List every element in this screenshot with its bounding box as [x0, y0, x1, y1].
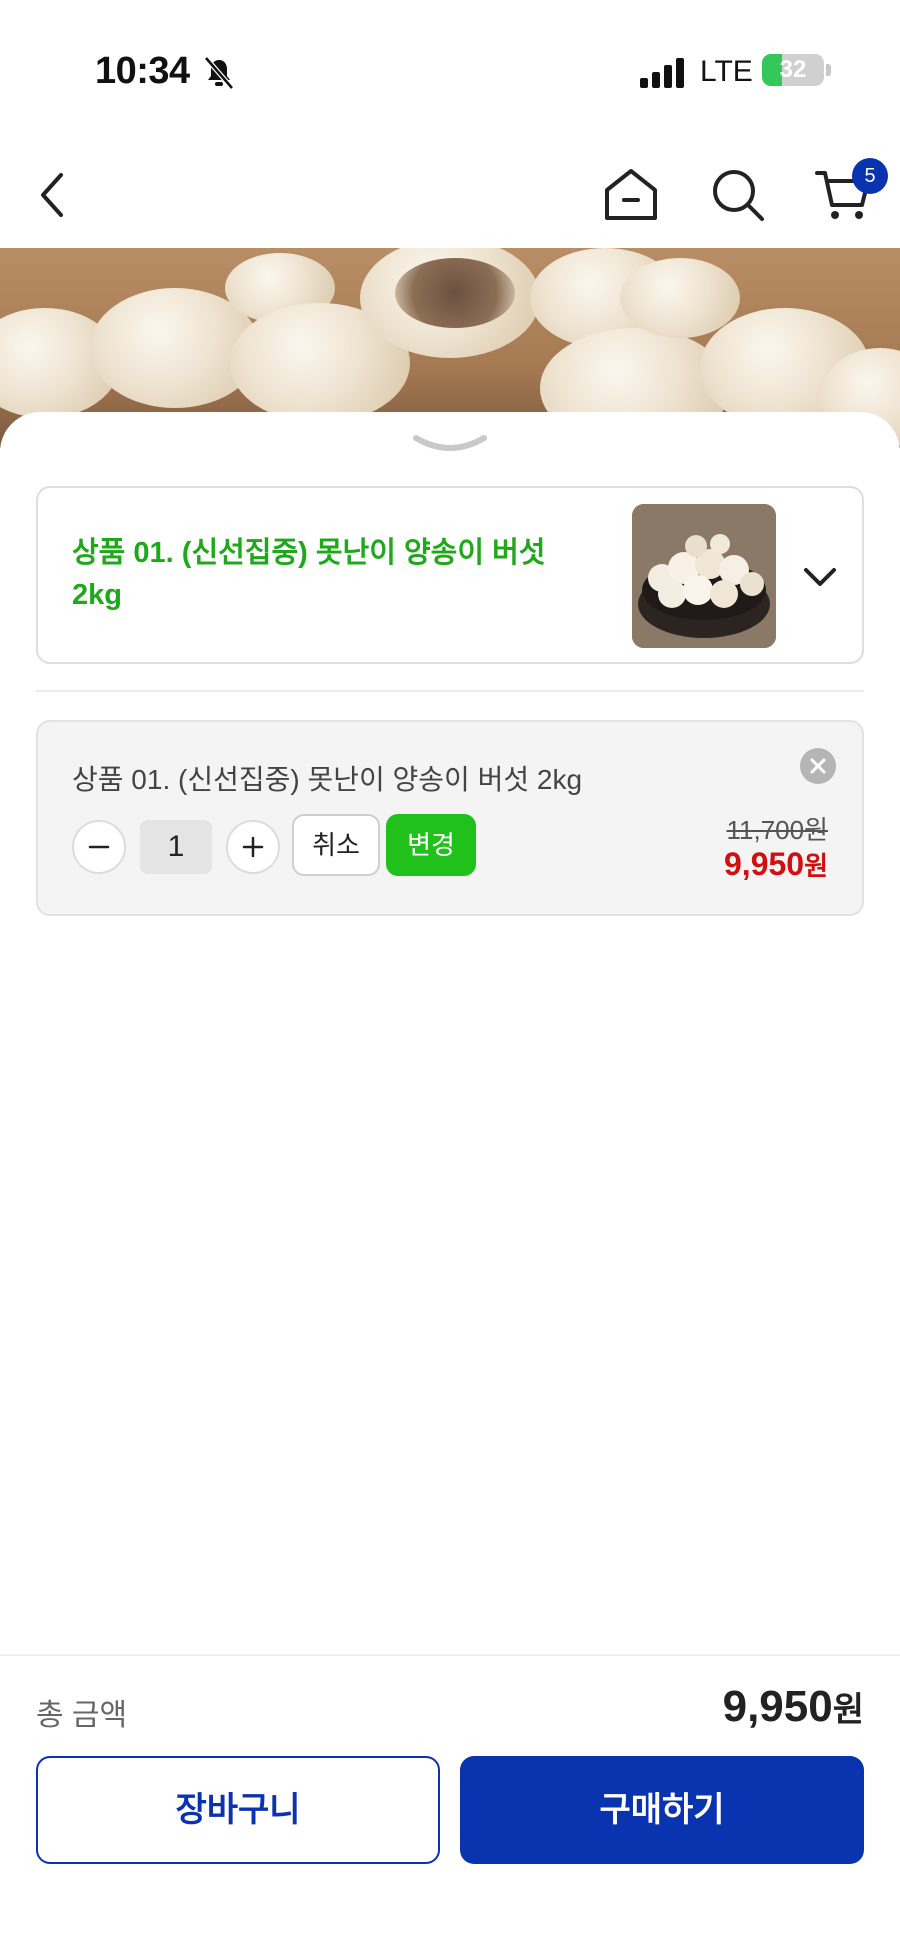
network-type: LTE	[700, 55, 753, 88]
battery-level: 32	[779, 56, 807, 83]
battery-charging-icon: 32	[762, 54, 824, 86]
sheet-collapse-handle[interactable]	[410, 432, 490, 458]
change-button[interactable]: 변경	[386, 814, 476, 876]
product-option-dropdown[interactable]: 상품 01. (신선집중) 못난이 양송이 버섯 2kg	[36, 486, 864, 664]
status-bar: 10:34 LTE 32	[0, 0, 900, 140]
total-price-amount: 9,950	[722, 1682, 833, 1731]
status-time: 10:34	[95, 50, 190, 92]
chevron-left-icon	[41, 173, 63, 217]
nav-bar	[0, 140, 900, 248]
quantity-decrease-button[interactable]	[72, 820, 126, 874]
product-thumbnail	[632, 504, 776, 648]
remove-item-button[interactable]	[800, 748, 836, 784]
quantity-increase-button[interactable]	[226, 820, 280, 874]
bell-slash-icon	[204, 56, 234, 90]
purchase-footer: 총 금액 9,950원 장바구니 구매하기	[0, 1654, 900, 1956]
cellular-signal-icon	[640, 58, 684, 88]
battery-cap	[826, 64, 831, 76]
section-divider	[36, 690, 864, 692]
cancel-button[interactable]: 취소	[292, 814, 380, 876]
mushroom-bowl-image	[632, 504, 776, 648]
home-icon	[605, 169, 657, 220]
search-icon	[713, 170, 764, 221]
total-price: 9,950원	[723, 1682, 864, 1732]
sale-price-currency: 원	[804, 851, 828, 881]
buy-now-button[interactable]: 구매하기	[460, 1756, 864, 1864]
original-price: 11,700원	[726, 815, 828, 845]
close-icon	[810, 758, 826, 774]
sale-price-amount: 9,950	[724, 846, 805, 882]
sale-price: 9,950원	[724, 846, 828, 883]
plus-icon	[242, 836, 264, 858]
back-button[interactable]	[20, 162, 86, 228]
option-title: 상품 01. (신선집중) 못난이 양송이 버섯 2kg	[72, 537, 546, 611]
selected-option-card: 상품 01. (신선집중) 못난이 양송이 버섯 2kg 1 취소 변경 11,…	[36, 720, 864, 916]
mushroom-shape	[395, 258, 515, 328]
total-label: 총 금액	[36, 1699, 128, 1732]
cart-count-badge: 5	[852, 158, 888, 194]
quantity-input[interactable]: 1	[140, 820, 212, 874]
minus-icon	[88, 845, 110, 849]
total-price-currency: 원	[832, 1691, 864, 1729]
add-to-cart-button[interactable]: 장바구니	[36, 1756, 440, 1864]
chevron-down-icon	[804, 568, 836, 586]
home-button[interactable]	[598, 162, 664, 228]
search-button[interactable]	[705, 162, 771, 228]
selected-item-name: 상품 01. (신선집중) 못난이 양송이 버섯 2kg	[72, 764, 583, 795]
